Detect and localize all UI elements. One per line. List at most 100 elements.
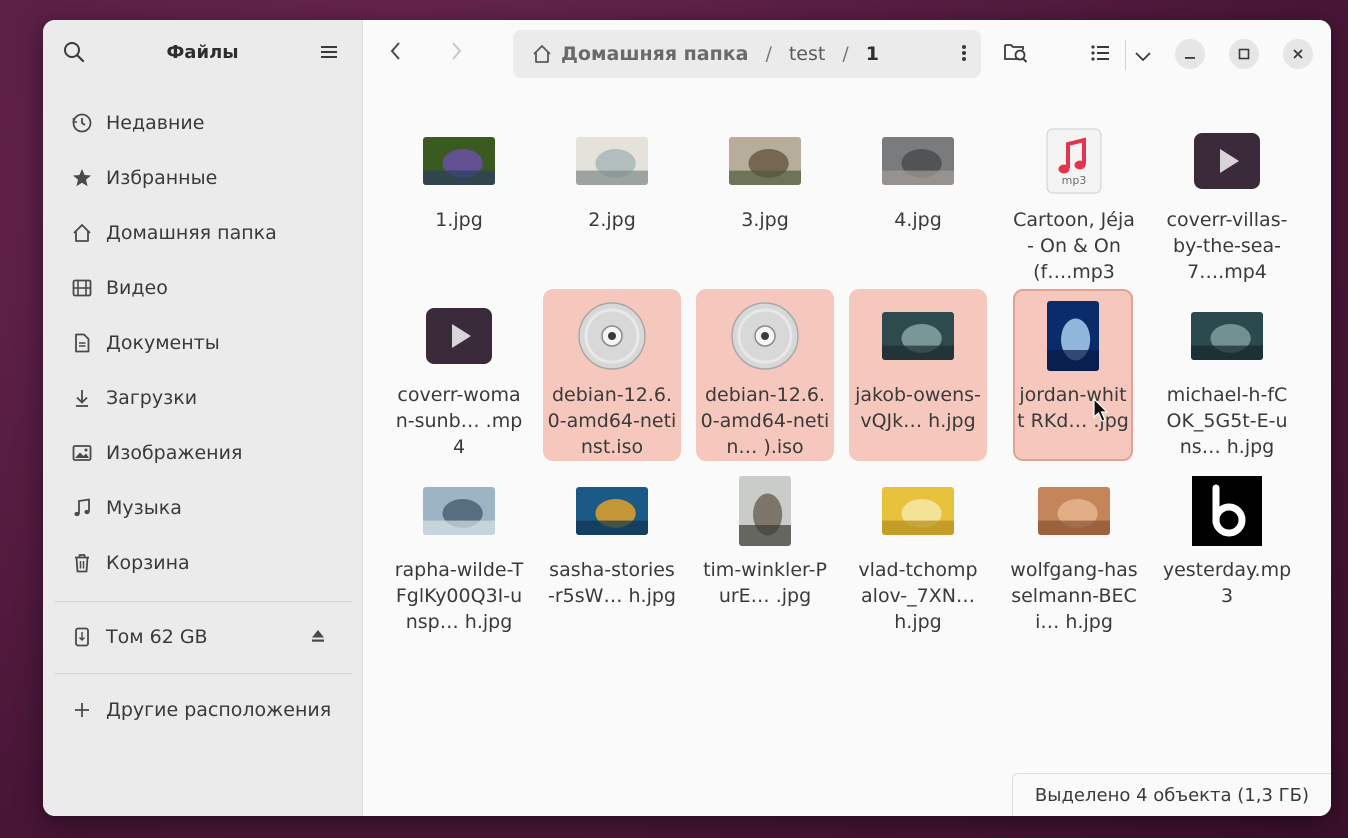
maximize-button[interactable] [1229,39,1259,69]
file-item[interactable]: wolfgang-hasselmann-BECi… h.jpg [1005,464,1143,636]
file-item[interactable]: vlad-tchompalov-_7XN… h.jpg [849,464,987,636]
home-icon [531,43,553,65]
file-item[interactable]: 4.jpg [849,114,987,286]
file-item[interactable]: mp3 Cartoon, Jéja - On & On (f….mp3 [1005,114,1143,286]
trash-icon [70,551,94,575]
path-menu-button[interactable] [961,42,967,64]
chevron-down-icon [1134,40,1152,68]
sidebar-item-volume[interactable]: Том 62 GB [43,609,362,664]
breadcrumb-separator: / [765,43,772,65]
breadcrumb-home[interactable]: Домашняя папка [561,43,748,65]
file-name: coverr-woman-sunb… .mp4 [395,384,523,458]
minimize-icon [1185,57,1195,59]
clock-icon [70,111,94,135]
image-thumbnail-icon [696,470,834,552]
file-item[interactable]: coverr-woman-sunb… .mp4 [390,289,528,461]
chevron-left-icon [389,40,403,68]
download-icon [70,386,94,410]
file-name: rapha-wilde-TFglKy00Q3I-unsp… h.jpg [394,559,524,633]
file-name: 2.jpg [588,209,636,231]
image-thumbnail-icon [696,120,834,202]
disc-image-icon [543,295,681,377]
file-item[interactable]: debian-12.6.0-amd64-netinst.iso [543,289,681,461]
forward-button[interactable] [439,37,473,71]
sidebar-item-videos[interactable]: Видео [43,260,362,315]
sidebar-item-recent[interactable]: Недавние [43,95,362,150]
video-file-icon [1158,120,1296,202]
sidebar-header: Файлы [43,20,362,88]
file-item[interactable]: rapha-wilde-TFglKy00Q3I-unsp… h.jpg [390,464,528,636]
view-options-button[interactable] [1126,37,1160,71]
file-item[interactable]: coverr-villas-by-the-sea-7….mp4 [1158,114,1296,286]
file-name: jakob-owens-vQJk… h.jpg [855,384,981,432]
sidebar-divider [55,673,352,674]
sidebar-item-documents[interactable]: Документы [43,315,362,370]
file-name: 1.jpg [435,209,483,231]
sidebar-item-label: Документы [106,331,220,354]
file-item[interactable]: 3.jpg [696,114,834,286]
image-thumbnail-icon [849,120,987,202]
back-button[interactable] [379,37,413,71]
image-thumbnail-icon [390,470,528,552]
sidebar-item-label: Видео [106,276,168,299]
sidebar-item-trash[interactable]: Корзина [43,535,362,590]
image-thumbnail-icon [1005,470,1143,552]
disc-image-icon [696,295,834,377]
chevron-right-icon [449,40,463,68]
close-button[interactable] [1283,39,1313,69]
file-name: vlad-tchompalov-_7XN… h.jpg [858,559,978,633]
breadcrumb-test[interactable]: test [789,43,826,65]
eject-icon[interactable] [310,627,326,649]
maximize-icon [1238,48,1250,60]
image-thumbnail-icon [1013,295,1133,377]
sidebar-item-label: Том 62 GB [106,625,208,648]
sidebar-item-label: Домашняя папка [106,221,277,244]
breadcrumb-separator: / [842,43,849,65]
file-item[interactable]: 2.jpg [543,114,681,286]
home-icon [70,221,94,245]
audio-file-icon: mp3 [1005,120,1143,202]
file-item[interactable]: tim-winkler-PurE… .jpg [696,464,834,636]
search-folder-button[interactable] [999,37,1033,71]
file-item[interactable]: jordan-whitt RKd… .jpg [1013,289,1133,461]
file-view[interactable]: 1.jpg 2.jpg 3.jpg 4.jpg mp3 Cartoon, Jéj… [363,88,1331,816]
minimize-button[interactable] [1175,39,1205,69]
sidebar-item-home[interactable]: Домашняя папка [43,205,362,260]
image-thumbnail-icon [390,120,528,202]
file-item[interactable]: debian-12.6.0-amd64-netin… ).iso [696,289,834,461]
file-name: yesterday.mp3 [1162,559,1292,607]
view-list-button[interactable] [1083,37,1117,71]
file-name: michael-h-fCOK_5G5t-E-uns… h.jpg [1166,384,1288,458]
film-icon [70,276,94,300]
sidebar-item-label: Избранные [106,166,218,189]
sidebar-item-label: Загрузки [106,386,198,409]
file-name: 4.jpg [894,209,942,231]
sidebar-item-music[interactable]: Музыка [43,480,362,535]
file-item[interactable]: yesterday.mp3 [1158,464,1296,636]
selection-status: Выделено 4 объекта (1,3 ГБ) [1034,784,1309,806]
image-thumbnail-icon [543,470,681,552]
sidebar-item-downloads[interactable]: Загрузки [43,370,362,425]
sidebar-item-pictures[interactable]: Изображения [43,425,362,480]
breadcrumb-current[interactable]: 1 [866,43,879,65]
file-item[interactable]: michael-h-fCOK_5G5t-E-uns… h.jpg [1158,289,1296,461]
sidebar-item-starred[interactable]: Избранные [43,150,362,205]
file-item[interactable]: jakob-owens-vQJk… h.jpg [849,289,987,461]
sidebar-item-other-locations[interactable]: Другие расположения [43,682,362,737]
image-thumbnail-icon [1158,295,1296,377]
sidebar: Файлы Недавние Избранные Домашняя папка … [43,20,363,816]
main-menu-button[interactable] [312,37,346,71]
audio-cover-icon [1158,470,1296,552]
music-icon [70,496,94,520]
sidebar-item-label: Недавние [106,111,205,134]
plus-icon [70,698,94,722]
image-thumbnail-icon [849,470,987,552]
file-name: 3.jpg [741,209,789,231]
file-name: sasha-stories-r5sW… h.jpg [548,559,676,607]
image-icon [70,441,94,465]
list-view-icon [1090,40,1110,68]
file-item[interactable]: sasha-stories-r5sW… h.jpg [543,464,681,636]
close-icon [1293,49,1303,59]
file-item[interactable]: 1.jpg [390,114,528,286]
path-bar[interactable]: Домашняя папка / test / 1 [513,30,981,78]
